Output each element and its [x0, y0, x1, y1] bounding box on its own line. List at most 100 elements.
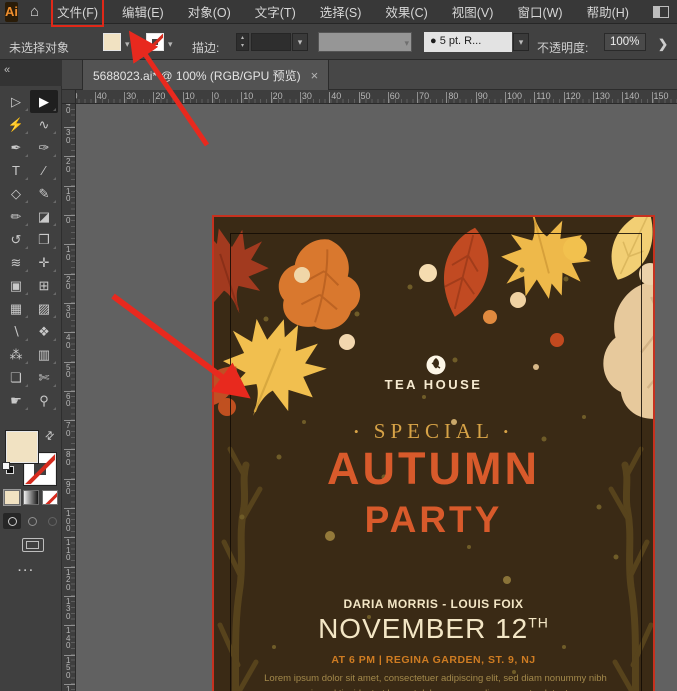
ruler-label: 0: [66, 217, 70, 225]
illustrator-logo[interactable]: Ai: [5, 2, 18, 22]
leaf-pointed-red: [434, 223, 498, 322]
menu-item-view[interactable]: 视图(V): [452, 2, 494, 21]
ruler-label: 110: [536, 91, 550, 101]
rotate-tool[interactable]: ↺: [2, 228, 30, 251]
default-white-chip: [2, 462, 10, 470]
ruler-label: 70: [66, 422, 70, 437]
curvature-tool[interactable]: ✑: [30, 136, 58, 159]
menu-item-type[interactable]: 文字(T): [255, 2, 296, 21]
dot-left: •: [354, 424, 364, 439]
none-button[interactable]: [42, 490, 58, 505]
horizontal-ruler[interactable]: 5040302010010203040506070809010011012013…: [62, 90, 677, 104]
flyer-venue: AT 6 PM | REGINA GARDEN, ST. 9, NJ: [214, 654, 653, 666]
draw-behind-button[interactable]: [23, 513, 41, 529]
eyedropper-tool[interactable]: ∖: [2, 320, 30, 343]
ruler-label: 130: [66, 598, 70, 621]
ruler-label: 50: [361, 91, 371, 101]
ruler-label: 160: [66, 686, 70, 691]
collapse-panel-icon[interactable]: «: [4, 64, 10, 76]
edit-toolbar-ellipsis[interactable]: ···: [18, 565, 35, 577]
date-ordinal: TH: [528, 615, 549, 631]
menu-item-edit[interactable]: 编辑(E): [122, 2, 164, 21]
selection-tool[interactable]: ▷: [2, 90, 30, 113]
direct-selection-tool[interactable]: ▶: [30, 90, 58, 113]
width-tool[interactable]: ≋: [2, 251, 30, 274]
brush-definition-dropdown[interactable]: ● 5 pt. R...: [424, 32, 512, 52]
chevron-down-icon[interactable]: ▾: [125, 39, 130, 50]
slice-tool[interactable]: ✄: [30, 366, 58, 389]
pen-tool[interactable]: ✒: [2, 136, 30, 159]
hand-tool[interactable]: ☛: [2, 389, 30, 412]
artboard-flyer[interactable]: TEA HOUSE • SPECIAL • AUTUMN PARTY DARIA…: [212, 215, 655, 691]
shaper-tool[interactable]: ✏: [2, 205, 30, 228]
stroke-width-stepper[interactable]: ▴▾: [236, 33, 249, 51]
document-tab[interactable]: 5688023.ai* @ 100% (RGB/GPU 预览) ×: [82, 60, 329, 90]
gradient-button[interactable]: [23, 490, 39, 505]
drawing-modes-row: [0, 513, 62, 529]
lasso-tool[interactable]: ∿: [30, 113, 58, 136]
stroke-color-swatch[interactable]: [146, 33, 164, 51]
ruler-tick: [417, 92, 418, 104]
eraser-tool[interactable]: ◪: [30, 205, 58, 228]
perspective-grid-tool[interactable]: ⊞: [30, 274, 58, 297]
shape-tool[interactable]: ◇: [2, 182, 30, 205]
ruler-tick: [534, 92, 535, 104]
workspace-switcher-icon[interactable]: [653, 6, 669, 18]
ruler-corner[interactable]: [62, 90, 76, 104]
ruler-label: 150: [66, 657, 70, 680]
chevron-right-icon[interactable]: ❯: [658, 37, 668, 51]
artboard-tool[interactable]: ❏: [2, 366, 30, 389]
draw-inside-button[interactable]: [43, 513, 61, 529]
mesh-tool[interactable]: ▦: [2, 297, 30, 320]
ruler-label: 30: [126, 91, 136, 101]
color-button[interactable]: [4, 490, 20, 505]
gradient-tool[interactable]: ▨: [30, 297, 58, 320]
fill-color-swatch[interactable]: [103, 33, 121, 51]
draw-normal-button[interactable]: [3, 513, 21, 529]
ruler-tick: [359, 92, 360, 104]
paintbrush-tool[interactable]: ✎: [30, 182, 58, 205]
opacity-field[interactable]: 100%: [604, 33, 646, 51]
close-icon[interactable]: ×: [311, 68, 319, 83]
tea-house-logo-icon: [427, 356, 446, 375]
variable-width-profile-dropdown[interactable]: ▾: [318, 32, 412, 52]
default-fill-stroke-icon[interactable]: [2, 462, 15, 475]
swap-fill-stroke-icon[interactable]: ⇄: [42, 428, 58, 444]
ruler-tick: [388, 92, 389, 104]
ruler-label: 40: [66, 104, 70, 115]
menu-item-window[interactable]: 窗口(W): [517, 2, 562, 21]
screen-mode-button[interactable]: [22, 538, 44, 552]
zoom-tool[interactable]: ⚲: [30, 389, 58, 412]
magic-wand-tool[interactable]: ⚡: [2, 113, 30, 136]
ruler-label: 80: [448, 91, 458, 101]
type-tool[interactable]: T: [2, 159, 30, 182]
stroke-label: 描边:: [192, 39, 219, 56]
menu-item-file[interactable]: 文件(F): [57, 2, 98, 21]
stroke-width-field[interactable]: [251, 33, 291, 51]
ruler-label: 70: [419, 91, 429, 101]
ruler-label: 10: [243, 91, 253, 101]
symbol-sprayer-tool[interactable]: ⁂: [2, 343, 30, 366]
fill-swatch[interactable]: [6, 431, 38, 463]
shape-builder-tool[interactable]: ▣: [2, 274, 30, 297]
free-transform-tool[interactable]: ✛: [30, 251, 58, 274]
chevron-down-icon[interactable]: ▾: [168, 39, 173, 50]
ruler-tick: [300, 92, 301, 104]
blend-tool[interactable]: ❖: [30, 320, 58, 343]
menu-item-object[interactable]: 对象(O): [188, 2, 231, 21]
brush-dropdown-chevron[interactable]: ▾: [513, 33, 529, 51]
illustrator-window: Ai ⌂ 文件(F) 编辑(E) 对象(O) 文字(T) 选择(S) 效果(C) 视图(V)…: [0, 0, 677, 691]
menu-item-effect[interactable]: 效果(C): [385, 2, 427, 21]
ruler-label: 20: [273, 91, 283, 101]
menu-item-select[interactable]: 选择(S): [320, 2, 362, 21]
scale-tool[interactable]: ❐: [30, 228, 58, 251]
vertical-ruler[interactable]: 4030201001020304050607080901001101201301…: [62, 104, 76, 691]
home-icon[interactable]: ⌂: [30, 3, 39, 20]
document-tab-title: 5688023.ai* @ 100% (RGB/GPU 预览): [93, 67, 301, 84]
line-segment-tool[interactable]: ∕: [30, 159, 58, 182]
flyer-body-text: Lorem ipsum dolor sit amet, consectetuer…: [250, 672, 621, 691]
stroke-width-dropdown[interactable]: ▾: [292, 33, 308, 51]
menu-item-help[interactable]: 帮助(H): [587, 2, 629, 21]
column-graph-tool[interactable]: ▥: [30, 343, 58, 366]
ruler-label: 140: [66, 627, 70, 650]
